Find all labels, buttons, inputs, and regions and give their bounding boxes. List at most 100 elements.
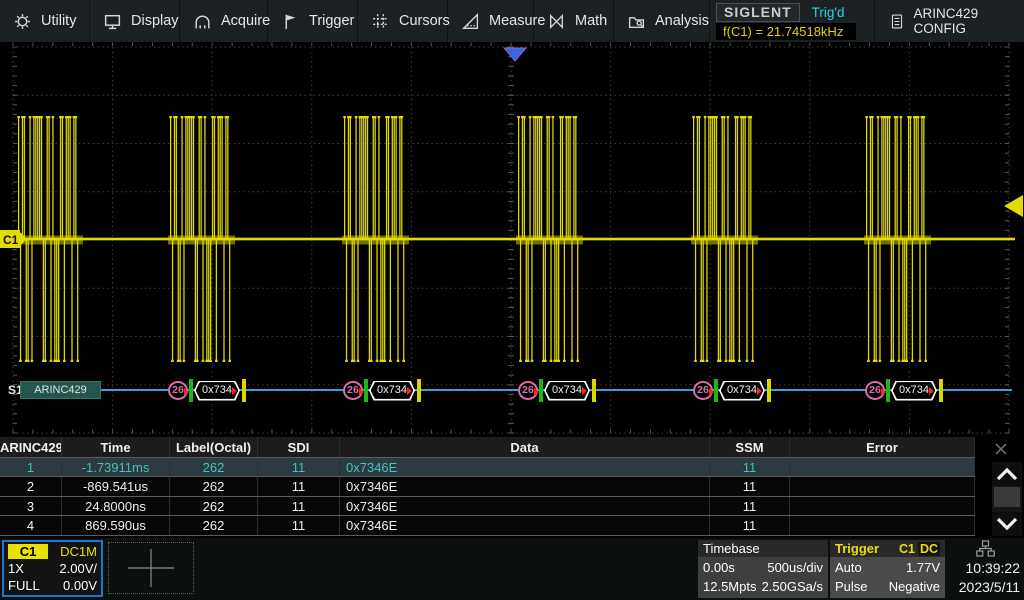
- arinc429-config-button[interactable]: ARINC429 CONFIG: [875, 0, 1024, 42]
- decode-frame-data: 0x734: [719, 380, 765, 401]
- table-row[interactable]: 4 869.590us 262 11 0x7346E 11: [0, 516, 975, 536]
- analysis-icon: [628, 16, 645, 28]
- scrollbar-thumb[interactable]: [994, 487, 1020, 507]
- table-cell-ssm: 11: [710, 477, 790, 496]
- timebase-descriptor[interactable]: Timebase 0.00s 500us/div 12.5Mpts 2.50GS…: [698, 540, 828, 598]
- menu-acquire-label: Acquire: [221, 13, 271, 29]
- decode-frame-data: 0x734: [544, 380, 590, 401]
- table-header-cell: SDI: [258, 437, 340, 457]
- decode-frame-data: 0x734: [891, 380, 937, 401]
- table-header-cell: Data: [340, 437, 710, 457]
- chevron-up-icon: [996, 467, 1018, 481]
- trigger-type: Pulse: [835, 579, 868, 594]
- math-icon: [550, 13, 563, 29]
- table-close-button[interactable]: [980, 438, 1022, 460]
- decode-frame-label-badge: 26: [168, 381, 189, 400]
- decode-frame-label-badge: 26: [518, 381, 539, 400]
- truncation-arrow-icon: [534, 388, 539, 396]
- decode-frame: 26 0x734: [693, 378, 771, 403]
- timebase-scale: 500us/div: [767, 560, 823, 575]
- menu-analysis-label: Analysis: [655, 13, 709, 29]
- table-cell-data: 0x7346E: [340, 516, 710, 535]
- scroll-down-button[interactable]: [992, 512, 1022, 536]
- menu-cursors[interactable]: Cursors: [358, 0, 450, 42]
- siglent-logo: SIGLENT: [716, 2, 800, 22]
- timebase-delay: 0.00s: [703, 560, 735, 575]
- table-cell-sdi: 11: [258, 477, 340, 496]
- table-scrollbar: [992, 462, 1022, 536]
- scroll-up-button[interactable]: [992, 462, 1022, 486]
- menu-analysis[interactable]: Analysis: [614, 0, 710, 42]
- table-row[interactable]: 3 24.8000ns 262 11 0x7346E 11: [0, 496, 975, 517]
- decode-frame-sdi-bracket: [364, 379, 368, 402]
- menu-acquire[interactable]: Acquire: [180, 0, 271, 42]
- list-icon: [891, 13, 903, 29]
- table-cell-ssm: 11: [710, 516, 790, 535]
- table-header-cell: Time: [62, 437, 170, 457]
- table-header-cell: Label(Octal): [170, 437, 258, 457]
- menu-math[interactable]: Math: [534, 0, 614, 42]
- channel1-descriptor[interactable]: C1 DC1M 1X 2.00V/ FULL 0.00V: [2, 540, 103, 597]
- truncation-arrow-icon: [407, 386, 412, 395]
- decode-frame-data: 0x734: [194, 380, 240, 401]
- table-header-cell: Error: [790, 437, 975, 457]
- table-cell-time: -1.73911ms: [62, 458, 170, 477]
- channel1-bandwidth: FULL: [8, 578, 40, 593]
- truncation-arrow-icon: [232, 386, 237, 395]
- decode-frame: 26 0x734: [168, 378, 246, 403]
- menu-cursors-label: Cursors: [399, 13, 450, 29]
- network-status[interactable]: [950, 540, 1020, 559]
- truncation-arrow-icon: [757, 386, 762, 395]
- table-cell-data: 0x7346E: [340, 477, 710, 496]
- table-cell-label: 262: [170, 496, 258, 516]
- menu-trigger[interactable]: Trigger: [268, 0, 358, 42]
- trigger-level: 1.77V: [906, 560, 940, 575]
- table-row[interactable]: 1 -1.73911ms 262 11 0x7346E 11: [0, 458, 975, 478]
- timebase-memory: 12.5Mpts: [703, 579, 757, 594]
- table-cell-label: 262: [170, 477, 258, 496]
- table-cell-time: 869.590us: [62, 516, 170, 535]
- table-cell-sdi: 11: [258, 458, 340, 477]
- acquisition-status-block: SIGLENT Trig'd f(C1) = 21.74518kHz: [710, 0, 875, 42]
- menu-trigger-label: Trigger: [309, 13, 355, 29]
- table-header-cell: ARINC429: [0, 437, 62, 457]
- truncation-arrow-icon: [929, 386, 934, 395]
- trigger-mode: Auto: [835, 560, 862, 575]
- truncation-arrow-icon: [881, 388, 886, 396]
- table-cell-time: 24.8000ns: [62, 496, 170, 516]
- channel1-scale: 2.00V/: [59, 561, 97, 576]
- decode-frame-label-badge: 26: [343, 381, 364, 400]
- table-cell-ssm: 11: [710, 458, 790, 477]
- trigger-descriptor[interactable]: Trigger C1 DC Auto 1.77V Pulse Negative: [830, 540, 945, 598]
- bus-protocol-badge[interactable]: ARINC429: [20, 381, 101, 399]
- timebase-samplerate: 2.50GSa/s: [761, 579, 823, 594]
- flag-icon: [285, 14, 296, 29]
- decode-frame-label-badge: 26: [693, 381, 714, 400]
- decode-frame-label-badge: 26: [865, 381, 886, 400]
- menu-measure[interactable]: Measure: [448, 0, 545, 42]
- display-icon: [104, 14, 121, 29]
- decode-frame-sdi-bracket: [539, 379, 543, 402]
- table-cell-idx: 3: [0, 496, 62, 516]
- clock-time: 10:39:22: [965, 560, 1021, 576]
- menu-display[interactable]: Display: [90, 0, 180, 42]
- decode-bus-row: S1 ARINC429 26 0x734 26 0x734 26 0x734 26 0x734…: [0, 377, 1024, 405]
- decode-frame-ssm-bracket: [939, 379, 943, 402]
- status-bar: C1 DC1M 1X 2.00V/ FULL 0.00V Timebase 0.…: [0, 538, 1024, 600]
- network-icon: [975, 540, 995, 557]
- channel1-offset: 0.00V: [63, 578, 97, 593]
- trigger-status-badge: Trig'd: [811, 4, 845, 20]
- table-cell-label: 262: [170, 458, 258, 477]
- decode-result-table: ARINC429 Time Label(Octal) SDI Data SSM Error 1…: [0, 437, 975, 536]
- table-cell-error: [790, 458, 975, 477]
- chevron-down-icon: [996, 517, 1018, 531]
- menu-math-label: Math: [575, 13, 608, 29]
- decode-frame-ssm-bracket: [592, 379, 596, 402]
- table-row[interactable]: 2 -869.541us 262 11 0x7346E 11: [0, 477, 975, 497]
- add-channel-area[interactable]: [108, 542, 194, 594]
- cursors-icon: [373, 13, 388, 29]
- decode-frame-ssm-bracket: [242, 379, 246, 402]
- table-cell-time: -869.541us: [62, 477, 170, 496]
- menu-utility[interactable]: Utility: [0, 0, 90, 42]
- svg-text:C1: C1: [3, 233, 19, 247]
